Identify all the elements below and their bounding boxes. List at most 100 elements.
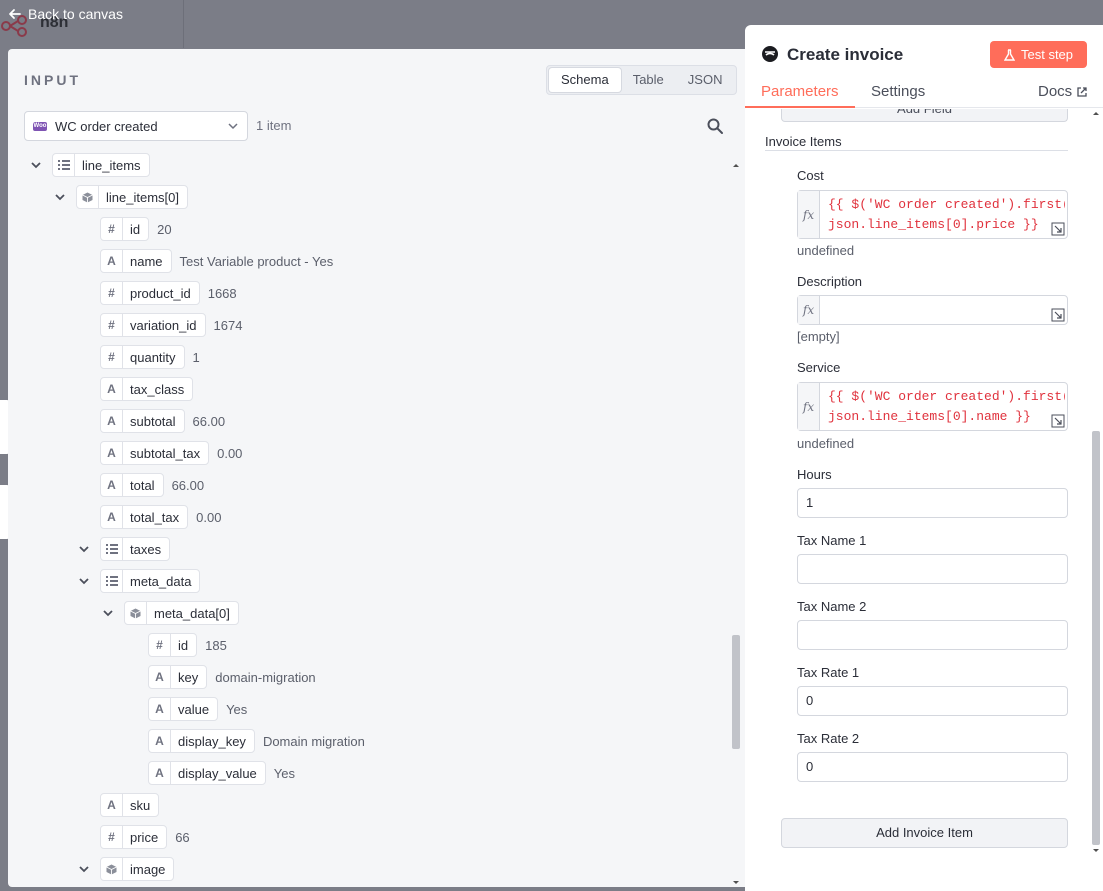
active-tab-indicator [745, 106, 855, 108]
service-expression-field[interactable]: fx {{ $('WC order created').first(). json… [797, 382, 1068, 431]
test-step-label: Test step [1020, 47, 1074, 62]
add-field-button[interactable]: Add Field [781, 109, 1068, 122]
schema-value: 1674 [213, 317, 243, 333]
schema-key-pill[interactable]: # quantity [100, 345, 185, 369]
schema-row: Atotal 66.00 [100, 473, 204, 497]
tax-name-1-input[interactable] [797, 554, 1068, 584]
schema-key-pill[interactable]: Asku [100, 793, 160, 817]
schema-key: value [178, 701, 210, 717]
schema-key: meta_data [130, 573, 192, 589]
schema-key-pill[interactable]: Akey [148, 665, 208, 689]
tax-rate-1-input[interactable]: 0 [797, 686, 1068, 716]
chevron-down-icon[interactable] [76, 541, 92, 557]
schema-key-pill[interactable]: # id [100, 217, 150, 241]
schema-key-pill[interactable]: Adisplay_value [148, 761, 266, 785]
input-scrollbar[interactable] [730, 161, 742, 887]
schema-key-pill[interactable]: # variation_id [100, 313, 206, 337]
list-type-icon [101, 570, 123, 592]
schema-row: Asubtotal 66.00 [100, 409, 225, 433]
panel-tabs: Parameters Settings Docs [745, 80, 1103, 108]
schema-key-pill[interactable]: Aname [100, 249, 172, 273]
string-type-icon: A [101, 474, 123, 496]
list-type-icon [101, 538, 123, 560]
back-to-canvas-link[interactable]: Back to canvas [8, 4, 123, 24]
schema-row: # id 185 [148, 633, 227, 657]
schema-value: domain-migration [215, 669, 316, 685]
scroll-up-icon[interactable] [1091, 109, 1101, 117]
input-panel: INPUT Schema Table JSON Woo WC order cre… [8, 49, 746, 887]
string-type-icon: A [101, 378, 123, 400]
scroll-down-icon[interactable] [1091, 847, 1101, 855]
schema-key-pill[interactable]: Atax_class [100, 377, 194, 401]
schema-key-pill[interactable]: image [100, 857, 175, 881]
schema-key: line_items[0] [106, 189, 179, 205]
schema-row: Atax_class [100, 377, 194, 401]
number-type-icon: # [101, 282, 123, 304]
schema-key-pill[interactable]: line_items[0] [76, 185, 188, 209]
schema-value: 66 [175, 829, 190, 845]
tab-settings[interactable]: Settings [871, 83, 925, 100]
fx-icon: fx [798, 383, 820, 430]
schema-key: id [130, 221, 141, 237]
view-tab-table[interactable]: Table [621, 68, 676, 92]
schema-row: # id 20 [100, 217, 172, 241]
schema-key: name [130, 253, 163, 269]
expand-icon[interactable] [1051, 308, 1065, 322]
schema-key-pill[interactable]: # id [148, 633, 198, 657]
parameters-scrollbar-thumb[interactable] [1092, 431, 1100, 845]
input-scrollbar-thumb[interactable] [732, 635, 740, 749]
schema-key-pill[interactable]: Asubtotal [100, 409, 185, 433]
tax-name-2-label: Tax Name 2 [797, 599, 867, 614]
schema-key-pill[interactable]: Atotal [100, 473, 164, 497]
schema-value: Yes [226, 701, 248, 717]
hours-input[interactable]: 1 [797, 488, 1068, 518]
schema-key-pill[interactable]: line_items [52, 153, 150, 177]
view-tab-schema[interactable]: Schema [549, 68, 621, 92]
add-invoice-item-button[interactable]: Add Invoice Item [781, 818, 1068, 848]
schema-value: 0.00 [196, 509, 222, 525]
chevron-down-icon[interactable] [52, 189, 68, 205]
invoice-ninja-icon [762, 46, 778, 62]
flask-icon [1003, 48, 1015, 61]
schema-row: # product_id 1668 [100, 281, 237, 305]
schema-key-pill[interactable]: Asubtotal_tax [100, 441, 210, 465]
chevron-down-icon[interactable] [76, 573, 92, 589]
parameters-scrollbar[interactable] [1089, 109, 1103, 859]
service-hint: undefined [797, 436, 855, 451]
test-step-button[interactable]: Test step [990, 41, 1087, 68]
chevron-down-icon[interactable] [100, 605, 116, 621]
tab-parameters[interactable]: Parameters [761, 83, 839, 100]
docs-link[interactable]: Docs [1038, 83, 1088, 100]
number-type-icon: # [101, 826, 123, 848]
schema-key-pill[interactable]: Adisplay_key [148, 729, 255, 753]
schema-value: Yes [273, 765, 295, 781]
schema-key-pill[interactable]: Atotal_tax [100, 505, 189, 529]
expand-icon[interactable] [1051, 222, 1065, 236]
search-icon[interactable] [706, 117, 724, 135]
scroll-up-icon[interactable] [730, 161, 742, 169]
schema-key-pill[interactable]: meta_data[0] [124, 601, 239, 625]
schema-key-pill[interactable]: taxes [100, 537, 171, 561]
view-tab-json[interactable]: JSON [676, 68, 735, 92]
schema-key-pill[interactable]: # price [100, 825, 168, 849]
scroll-down-icon[interactable] [730, 879, 742, 887]
schema-key-pill[interactable]: meta_data [100, 569, 201, 593]
cost-expression-field[interactable]: fx {{ $('WC order created').first(). json… [797, 190, 1068, 239]
expand-icon[interactable] [1051, 414, 1065, 428]
schema-key-pill[interactable]: Avalue [148, 697, 219, 721]
schema-key-pill[interactable]: # product_id [100, 281, 200, 305]
chevron-down-icon[interactable] [76, 861, 92, 877]
input-node-select[interactable]: Woo WC order created [24, 111, 248, 141]
chevron-down-icon[interactable] [28, 157, 44, 173]
number-type-icon: # [149, 634, 171, 656]
schema-key: key [178, 669, 199, 685]
schema-row: Asku [100, 793, 160, 817]
tax-rate-2-input[interactable]: 0 [797, 752, 1068, 782]
schema-row: Adisplay_key Domain migration [148, 729, 365, 753]
canvas-divider [183, 0, 184, 48]
input-node-select-value: WC order created [55, 118, 158, 134]
back-to-canvas-label: Back to canvas [28, 6, 123, 22]
service-label: Service [797, 360, 841, 375]
tax-name-2-input[interactable] [797, 620, 1068, 650]
description-expression-field[interactable]: fx [797, 295, 1068, 325]
